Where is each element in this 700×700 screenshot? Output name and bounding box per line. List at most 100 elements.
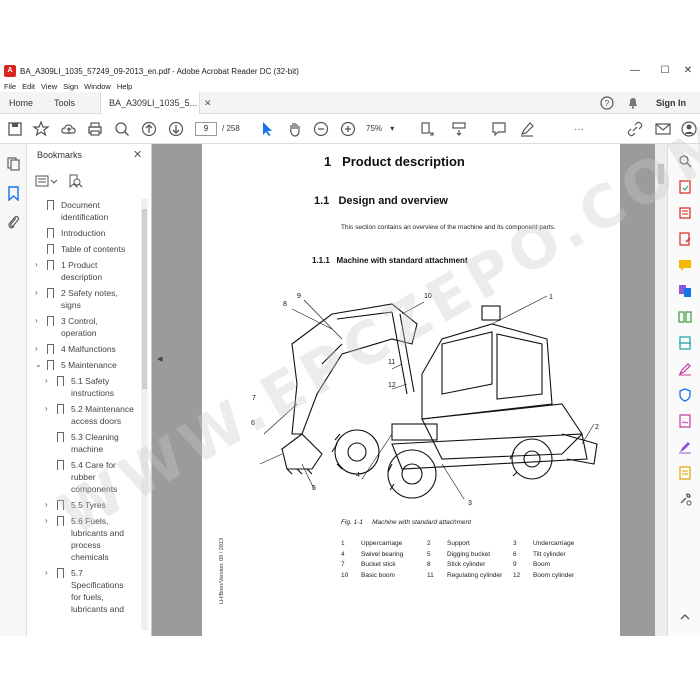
export-pdf-icon[interactable] [678,180,692,194]
expand-chevron-icon[interactable]: › [35,288,38,297]
expand-chevron-icon[interactable]: › [35,344,38,353]
collapse-left-panel-icon[interactable]: ◀ [157,355,162,363]
menu-help[interactable]: Help [117,82,132,91]
menu-window[interactable]: Window [84,82,111,91]
menu-view[interactable]: View [41,82,57,91]
tab-tools[interactable]: Tools [54,92,75,114]
expand-chevron-icon[interactable]: › [45,500,48,509]
bookmark-item-label[interactable]: 5 Maintenance [61,359,117,371]
edit-pdf-icon[interactable] [678,232,692,246]
tab-document[interactable]: BA_A309LI_1035_5... [100,92,200,114]
bookmark-item-label[interactable]: 5.4 Care for [71,459,116,471]
account-icon[interactable] [680,120,698,138]
bookmark-item-label[interactable]: 1 Product [61,259,97,271]
page-number-input[interactable]: 9 [195,122,217,136]
bookmark-item-label[interactable]: signs [61,299,81,311]
fill-sign-icon[interactable] [678,362,692,376]
highlight-pen-icon[interactable] [518,120,536,138]
bookmarks-panel-icon[interactable] [6,186,21,201]
document-scrollbar[interactable] [655,144,667,636]
help-icon[interactable]: ? [600,96,614,110]
save-icon[interactable] [6,120,24,138]
comment-icon[interactable] [490,120,508,138]
print-icon[interactable] [86,120,104,138]
bookmark-item-label[interactable]: Table of contents [61,243,125,255]
attachment-paperclip-icon[interactable] [6,214,21,229]
bookmarks-scrollbar-thumb[interactable] [142,209,147,389]
zoom-in-icon[interactable] [339,120,357,138]
bookmark-item-label[interactable]: process [71,539,101,551]
bookmark-star-icon[interactable] [32,120,50,138]
document-scrollbar-thumb[interactable] [658,164,664,184]
bookmark-item-label[interactable]: 5.6 Fuels, [71,515,108,527]
sign-pen-icon[interactable] [678,440,692,454]
send-track-icon[interactable] [678,466,692,480]
expand-chevron-icon[interactable]: › [45,376,48,385]
bookmark-item-label[interactable]: chemicals [71,551,109,563]
next-page-icon[interactable] [167,120,185,138]
collapse-tools-chevron-icon[interactable] [678,610,692,624]
menu-sign[interactable]: Sign [63,82,78,91]
bookmark-item-label[interactable]: components [71,483,117,495]
bookmark-item-label[interactable]: Document [61,199,100,211]
page-thumbnails-icon[interactable] [6,156,21,171]
menu-file[interactable]: File [4,82,16,91]
scroll-mode-icon[interactable] [450,120,468,138]
page-fit-icon[interactable] [418,120,436,138]
expand-chevron-icon[interactable]: › [45,568,48,577]
bookmark-item-label[interactable]: 5.5 Tyres [71,499,106,511]
sign-in-button[interactable]: Sign In [656,92,686,114]
bookmark-item-label[interactable]: Introduction [61,227,105,239]
bookmark-item-label[interactable]: instructions [71,387,114,399]
bookmarks-scrollbar[interactable] [141,199,148,631]
bookmark-item-label[interactable]: 4 Malfunctions [61,343,116,355]
collapse-chevron-icon[interactable]: ⌄ [35,360,42,369]
bookmark-item-label[interactable]: for fuels, [71,591,104,603]
menu-edit[interactable]: Edit [22,82,35,91]
organize-pages-icon[interactable] [678,310,692,324]
tab-home[interactable]: Home [9,92,33,114]
more-tools-wrench-icon[interactable] [678,492,692,506]
zoom-level-select[interactable]: 75% ▾ [366,122,406,136]
expand-chevron-icon[interactable]: › [35,260,38,269]
notification-bell-icon[interactable] [626,96,640,110]
zoom-search-icon[interactable] [113,120,131,138]
bookmark-item-label[interactable]: lubricants and [71,527,124,539]
bookmark-item-label[interactable]: 3 Control, [61,315,98,327]
bookmark-item-label[interactable]: 5.3 Cleaning [71,431,119,443]
bookmark-item-label[interactable]: Specifications [71,579,123,591]
bookmark-item-label[interactable]: operation [61,327,96,339]
bookmark-item-label[interactable]: lubricants and [71,603,124,615]
find-bookmark-icon[interactable] [67,174,83,188]
select-cursor-icon[interactable] [258,120,276,138]
combine-files-icon[interactable] [678,284,692,298]
scan-ocr-icon[interactable] [678,336,692,350]
more-tools-button[interactable]: ··· [570,120,588,138]
send-for-signature-icon[interactable] [678,414,692,428]
bookmark-item-label[interactable]: 2 Safety notes, [61,287,118,299]
create-pdf-icon[interactable] [678,206,692,220]
expand-chevron-icon[interactable]: › [45,516,48,525]
tab-close-button[interactable]: ✕ [204,92,212,114]
search-tool-icon[interactable] [678,154,692,168]
minimize-button[interactable]: — [620,62,650,80]
bookmark-item-label[interactable]: access doors [71,415,121,427]
hand-tool-icon[interactable] [286,120,304,138]
bookmark-item-label[interactable]: 5.2 Maintenance [71,403,134,415]
close-bookmarks-button[interactable]: ✕ [133,148,142,161]
bookmark-options-icon[interactable] [35,174,59,188]
close-window-button[interactable]: ✕ [673,62,700,80]
previous-page-icon[interactable] [140,120,158,138]
comment-tool-icon[interactable] [678,258,692,272]
bookmark-item-label[interactable]: description [61,271,102,283]
bookmark-item-label[interactable]: 5.1 Safety [71,375,109,387]
cloud-upload-icon[interactable] [60,120,78,138]
bookmark-item-label[interactable]: 5.7 [71,567,83,579]
bookmark-item-label[interactable]: identification [61,211,108,223]
protect-shield-icon[interactable] [678,388,692,402]
bookmark-item-label[interactable]: machine [71,443,103,455]
share-link-icon[interactable] [626,120,644,138]
expand-chevron-icon[interactable]: › [45,404,48,413]
email-icon[interactable] [654,120,672,138]
expand-chevron-icon[interactable]: › [35,316,38,325]
